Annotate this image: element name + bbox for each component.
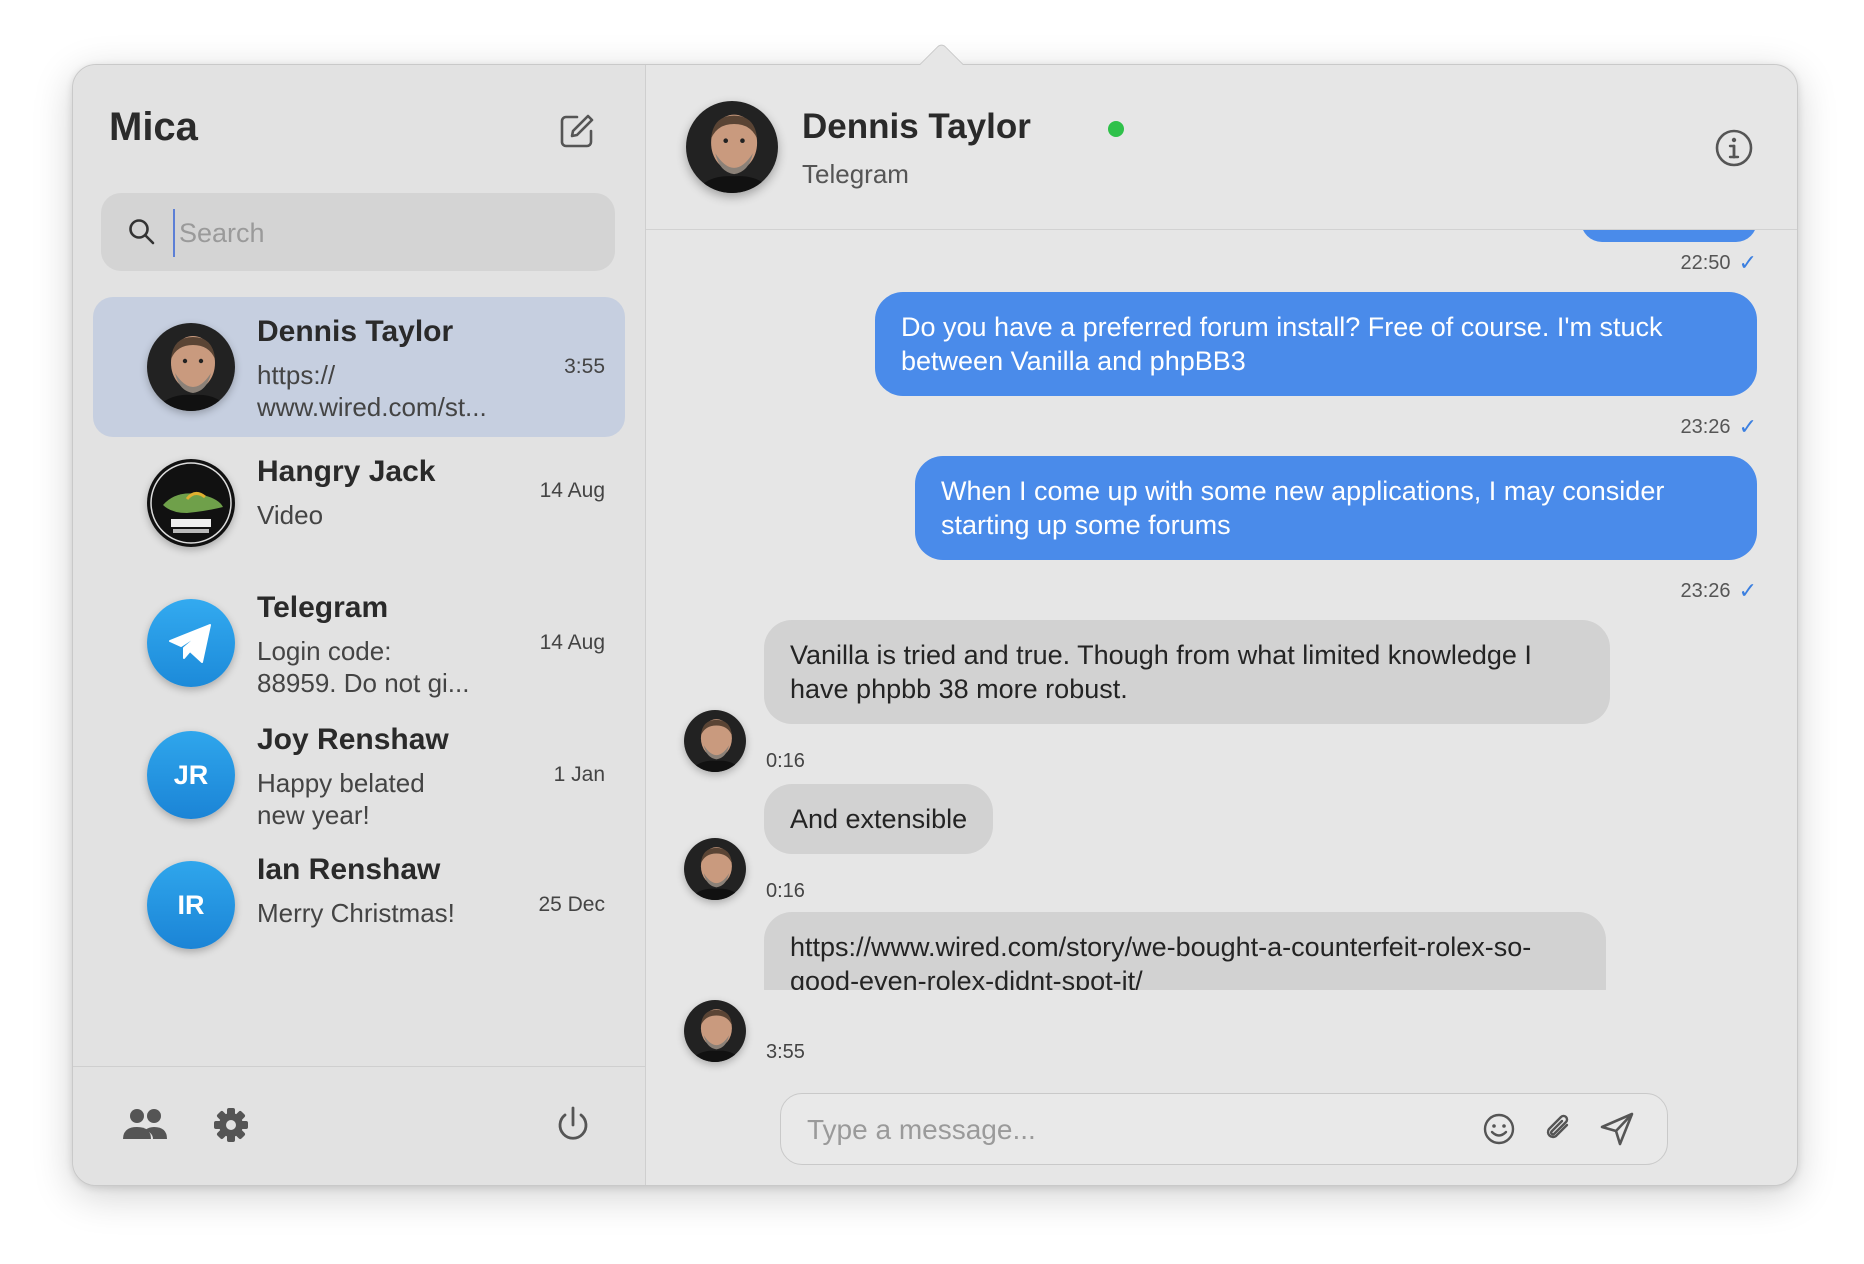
chat-item-telegram[interactable]: Telegram Login code: 88959. Do not gi... … <box>93 573 625 713</box>
sender-avatar <box>684 710 746 772</box>
chat-time: 14 Aug <box>539 479 605 502</box>
message-time: 23:26 <box>1680 579 1731 602</box>
emoji-icon <box>1483 1113 1515 1145</box>
chat-name: Hangry Jack <box>257 455 436 488</box>
message-bubble-outgoing[interactable]: When I come up with some new application… <box>915 456 1757 560</box>
chat-item-joy-renshaw[interactable]: JR Joy Renshaw Happy belated new year! 1 … <box>93 705 625 845</box>
chat-time: 3:55 <box>564 355 605 378</box>
chat-name: Joy Renshaw <box>257 723 449 756</box>
message-bubble-outgoing[interactable] <box>1581 230 1757 242</box>
sidebar-footer <box>73 1066 645 1185</box>
chat-time: 1 Jan <box>553 763 605 786</box>
app-title: Mica <box>109 105 198 149</box>
message-time: 0:16 <box>766 750 805 772</box>
settings-button[interactable] <box>209 1103 257 1147</box>
power-button[interactable] <box>551 1103 599 1147</box>
paperclip-icon <box>1546 1114 1569 1139</box>
message-list[interactable]: 22:50 ✓ Do you have a preferred forum in… <box>646 230 1797 990</box>
chat-time: 14 Aug <box>539 631 605 654</box>
sender-avatar <box>684 838 746 900</box>
chat-item-dennis-taylor[interactable]: Dennis Taylor https://www.wired.com/st..… <box>93 297 625 437</box>
message-bubble-incoming[interactable]: Vanilla is tried and true. Though from w… <box>764 620 1610 724</box>
chat-preview: Merry Christmas! <box>257 898 455 928</box>
message-composer <box>780 1093 1668 1165</box>
online-status-dot <box>1108 121 1124 137</box>
sender-avatar <box>684 1000 746 1062</box>
header-avatar[interactable] <box>686 101 778 193</box>
chat-preview: Happy belated new year! <box>257 768 425 830</box>
people-icon <box>123 1109 167 1139</box>
search-input[interactable] <box>173 209 601 257</box>
power-icon <box>558 1106 588 1140</box>
chat-name: Dennis Taylor <box>257 315 454 348</box>
message-bubble-outgoing[interactable]: Do you have a preferred forum install? F… <box>875 292 1757 396</box>
chat-time: 25 Dec <box>538 893 605 916</box>
compose-icon <box>560 114 594 148</box>
contact-name: Dennis Taylor <box>802 107 1031 146</box>
compose-button[interactable] <box>557 111 597 151</box>
avatar-ian-renshaw: IR <box>147 861 235 949</box>
read-check-icon: ✓ <box>1738 578 1757 603</box>
sidebar: Mica Search Dennis Taylor https:// www.w… <box>73 65 646 1185</box>
info-icon <box>1715 129 1753 167</box>
avatar-joy-renshaw: JR <box>147 731 235 819</box>
avatar-telegram <box>147 599 235 687</box>
chat-item-ian-renshaw[interactable]: IR Ian Renshaw Merry Christmas! 25 Dec <box>93 835 625 975</box>
contacts-button[interactable] <box>121 1103 169 1147</box>
send-icon <box>1600 1112 1634 1146</box>
chat-name: Telegram <box>257 591 389 624</box>
message-bubble-incoming[interactable]: And extensible <box>764 784 994 854</box>
emoji-button[interactable] <box>1481 1111 1517 1147</box>
search-box <box>101 193 615 271</box>
chat-preview: Video <box>257 500 324 530</box>
message-time: 22:50 <box>1680 251 1731 274</box>
gear-icon <box>214 1108 248 1142</box>
send-button[interactable] <box>1599 1111 1635 1147</box>
read-check-icon: ✓ <box>1738 250 1757 275</box>
telegram-logo-icon <box>169 624 211 663</box>
message-time: 0:16 <box>766 880 805 902</box>
chat-item-hangry-jack[interactable]: Hangry Jack Video 14 Aug <box>93 443 625 567</box>
message-input[interactable] <box>805 1104 1449 1156</box>
chat-list: Dennis Taylor https://www.wired.com/st..… <box>93 297 625 981</box>
chat-name: Ian Renshaw <box>257 853 441 886</box>
read-check-icon: ✓ <box>1738 414 1757 439</box>
message-time: 3:55 <box>766 1041 805 1063</box>
search-icon <box>129 219 155 245</box>
avatar-hangry-jack <box>147 459 235 547</box>
chat-preview: https://www.wired.com/st... <box>257 360 487 422</box>
avatar-dennis-taylor <box>147 323 235 411</box>
info-button[interactable] <box>1713 127 1755 169</box>
chat-panel: Dennis Taylor Telegram 22:50 ✓ Do you ha… <box>646 65 1797 1185</box>
message-time: 23:26 <box>1680 415 1731 438</box>
contact-subtitle: Telegram <box>802 159 909 189</box>
chat-preview: Login code: 88959. Do not gi... <box>257 636 470 698</box>
message-meta: 23:26 ✓ <box>1681 414 1758 440</box>
message-bubble-incoming[interactable]: https://www.wired.com/story/we-bought-a-… <box>764 912 1606 990</box>
message-meta: 23:26 ✓ <box>1681 578 1758 604</box>
message-meta: 22:50 ✓ <box>1681 250 1758 276</box>
chat-header: Dennis Taylor Telegram <box>646 65 1797 230</box>
attach-button[interactable] <box>1541 1111 1577 1147</box>
app-window: Mica Search Dennis Taylor https:// www.w… <box>72 42 1798 1186</box>
